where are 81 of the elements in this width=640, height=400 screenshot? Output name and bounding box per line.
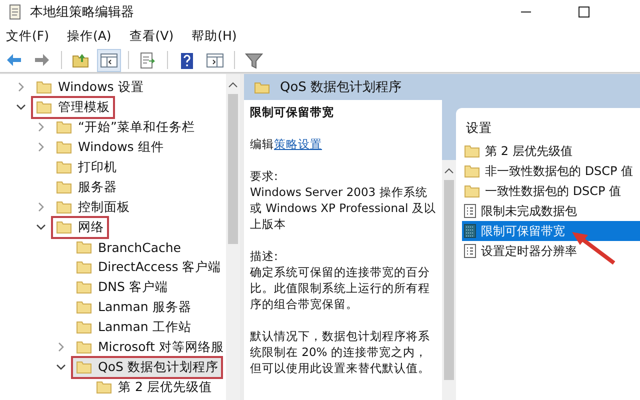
- folder-icon: [72, 52, 90, 68]
- window-title: 本地组策略编辑器: [30, 4, 134, 21]
- tree-item[interactable]: Lanman 服务器: [71, 296, 196, 318]
- description-text: 确定系统可保留的连接带宽的百分比。此值限制系统上运行的所有程序的组合带宽保留。: [250, 264, 431, 312]
- folder-icon: [76, 360, 92, 374]
- menu-item[interactable]: 文件(F): [6, 28, 49, 44]
- chevron-right-icon[interactable]: [36, 202, 46, 212]
- folder-icon: [254, 80, 270, 94]
- maximize-icon[interactable]: [578, 6, 590, 18]
- folder-icon: [464, 164, 480, 178]
- toolbar-button[interactable]: [97, 48, 121, 72]
- tree-item[interactable]: Lanman 工作站: [71, 316, 196, 338]
- folder-icon: [36, 100, 52, 114]
- folder-icon: [76, 240, 92, 254]
- menu-item[interactable]: 查看(V): [129, 28, 174, 44]
- tree-item[interactable]: DNS 客户端: [71, 276, 173, 298]
- folder-icon: [56, 200, 72, 214]
- requirements-label: 要求:: [250, 168, 279, 184]
- tree-item[interactable]: Windows 设置: [31, 76, 149, 98]
- chevron-right-icon[interactable]: [36, 122, 46, 132]
- tree-item[interactable]: 打印机: [51, 156, 122, 178]
- folder-icon: [464, 184, 480, 198]
- console-tree-icon: [100, 52, 118, 68]
- scroll-icon: [8, 4, 22, 20]
- setting-item[interactable]: 限制未完成数据包: [462, 201, 640, 221]
- tree-item[interactable]: BranchCache: [71, 236, 186, 258]
- description-text: 默认情况下，数据包计划程序将系统限制在 20% 的连接带宽之内，但可以使用此设置来替代默认值。: [250, 328, 431, 376]
- tree-item[interactable]: 控制面板: [51, 196, 135, 218]
- chevron-right-icon[interactable]: [16, 82, 26, 92]
- tree-item[interactable]: DirectAccess 客户端: [71, 256, 226, 278]
- tree-item[interactable]: 服务器: [51, 176, 122, 198]
- folder-icon: [76, 260, 92, 274]
- folder-icon: [76, 300, 92, 314]
- help-icon: [178, 52, 196, 68]
- menu-item[interactable]: 操作(A): [66, 28, 112, 44]
- menu-item[interactable]: 帮助(H): [192, 28, 237, 44]
- chevron-right-icon[interactable]: [56, 342, 66, 352]
- setting-item[interactable]: 非一致性数据包的 DSCP 值: [462, 161, 640, 181]
- chevron-down-icon[interactable]: [36, 222, 46, 232]
- setting-item[interactable]: 第 2 层优先级值: [462, 141, 640, 161]
- forward-arrow-icon: [33, 52, 51, 68]
- edit-policy-text: 编辑策略设置: [250, 136, 323, 152]
- folder-icon: [76, 320, 92, 334]
- tree-item[interactable]: 管理模板: [31, 96, 115, 118]
- header-title: QoS 数据包计划程序: [280, 79, 402, 96]
- policy-title: 限制可保留带宽: [250, 104, 335, 120]
- folder-icon: [56, 120, 72, 134]
- filter-icon: [245, 52, 263, 68]
- requirements-text: Windows Server 2003 操作系统或 Windows XP Professional 及以上版本: [250, 184, 436, 232]
- properties-pane-icon: [206, 52, 224, 68]
- tree-item[interactable]: Microsoft 对等网络服: [71, 336, 226, 358]
- chevron-right-icon[interactable]: [36, 142, 46, 152]
- folder-icon: [56, 160, 72, 174]
- setting-item[interactable]: 限制可保留带宽: [462, 221, 640, 241]
- chevron-down-icon[interactable]: [16, 102, 26, 112]
- scrollbar[interactable]: [226, 74, 240, 400]
- tree-item[interactable]: Windows 组件: [51, 136, 169, 158]
- tree-item[interactable]: 网络: [51, 216, 109, 238]
- chevron-down-icon[interactable]: [56, 362, 66, 372]
- folder-icon: [56, 140, 72, 154]
- setting-item[interactable]: 一致性数据包的 DSCP 值: [462, 181, 640, 201]
- back-arrow-icon: [5, 52, 23, 68]
- column-header[interactable]: 设置: [462, 120, 640, 141]
- scroll-up-icon[interactable]: [228, 82, 238, 88]
- setting-icon: [464, 204, 476, 218]
- setting-icon: [464, 224, 476, 238]
- tree-item[interactable]: QoS 数据包计划程序: [71, 356, 224, 378]
- description-label: 描述:: [250, 248, 279, 264]
- setting-icon: [464, 244, 476, 258]
- folder-icon: [464, 144, 480, 158]
- policy-settings-link[interactable]: 策略设置: [274, 137, 322, 151]
- tree-item[interactable]: 第 2 层优先级值: [91, 376, 217, 398]
- tree-item[interactable]: “开始”菜单和任务栏: [51, 116, 200, 138]
- scrollbar[interactable]: [442, 160, 456, 400]
- folder-icon: [36, 80, 52, 94]
- folder-icon: [76, 280, 92, 294]
- folder-icon: [56, 180, 72, 194]
- export-list-icon: [139, 52, 157, 68]
- scroll-up-icon[interactable]: [444, 168, 454, 174]
- setting-item[interactable]: 设置定时器分辨率: [462, 241, 640, 261]
- folder-icon: [56, 220, 72, 234]
